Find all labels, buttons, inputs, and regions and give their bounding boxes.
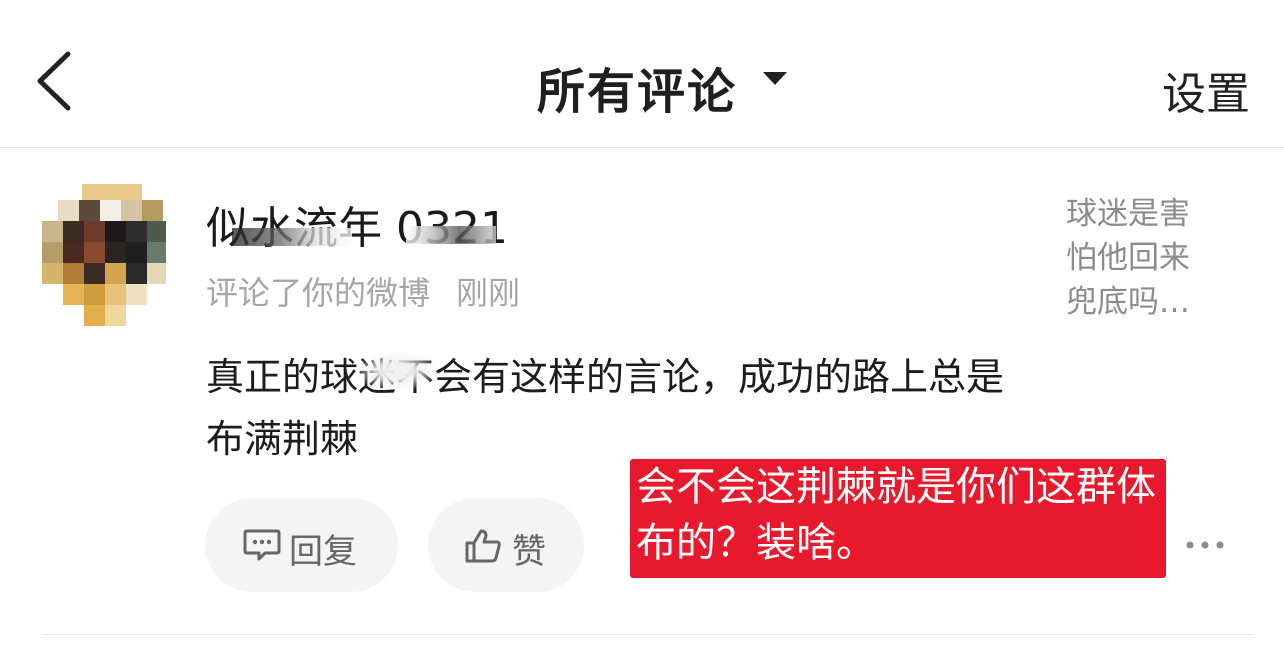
- comment-bubble-icon: [243, 528, 281, 571]
- page-title: 所有评论: [536, 64, 737, 120]
- meta-action: 评论了你的微博: [206, 274, 431, 312]
- username-blur-mask: [232, 228, 352, 246]
- username-blur-mask: [406, 226, 496, 244]
- top-navigation-bar: 所有评论 设置: [0, 0, 1284, 148]
- dropdown-caret-icon: [763, 72, 787, 85]
- comment-meta: 评论了你的微博 刚刚: [206, 268, 520, 314]
- more-icon[interactable]: [1182, 528, 1228, 562]
- like-label: 赞: [512, 532, 546, 572]
- like-button[interactable]: 赞: [428, 498, 584, 592]
- thumbs-up-icon: [464, 528, 502, 573]
- settings-button[interactable]: 设置: [1162, 58, 1250, 122]
- avatar[interactable]: [42, 184, 166, 328]
- reply-button[interactable]: 回复: [205, 498, 398, 592]
- annotation-overlay: 会不会这荆棘就是你们这群体布的？装啥。: [630, 459, 1166, 578]
- original-post-preview[interactable]: 球迷是害怕他回来兜底吗…: [1066, 192, 1214, 324]
- username[interactable]: 似水流年 0321: [206, 192, 508, 256]
- annotation-text: 会不会这荆棘就是你们这群体布的？装啥。: [636, 464, 1156, 566]
- reply-label: 回复: [289, 532, 357, 572]
- comment-blur-mask: [356, 352, 438, 390]
- timestamp: 刚刚: [456, 274, 521, 312]
- comment-filter-dropdown[interactable]: 所有评论: [536, 52, 787, 122]
- comment-text: 真正的球迷不会有这样的言论，成功的路上总是布满荆棘: [206, 355, 1005, 461]
- comment-divider: [42, 634, 1254, 635]
- header-divider: [0, 147, 1284, 148]
